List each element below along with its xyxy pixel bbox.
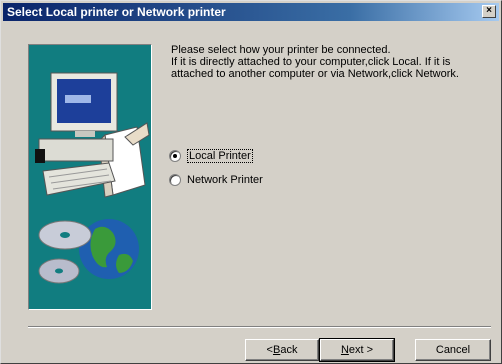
button-separator [28,326,491,328]
network-printer-option[interactable]: Network Printer [169,174,263,186]
network-printer-radio[interactable] [169,174,181,186]
computer-globe-icon [35,72,150,284]
back-button[interactable]: < Back [245,339,319,361]
instructions-line-2: If it is directly attached to your compu… [171,56,451,68]
back-label: ack [280,344,298,356]
instructions-line-3: attached to another computer or via Netw… [171,68,459,80]
title-bar[interactable]: Select Local printer or Network printer … [3,3,499,21]
close-button[interactable]: × [482,5,496,18]
dialog-window: Select Local printer or Network printer … [0,0,502,364]
next-label: ext > [348,344,374,356]
cancel-button[interactable]: Cancel [415,339,491,361]
instructions-text: Please select how your printer be connec… [171,44,471,80]
local-printer-label[interactable]: Local Printer [187,149,253,163]
network-printer-label[interactable]: Network Printer [187,174,263,186]
next-mnemonic: N [340,344,349,356]
radio-selected-dot [173,154,177,158]
next-button[interactable]: Next > [319,338,395,362]
local-printer-option[interactable]: Local Printer [169,149,253,163]
local-printer-radio[interactable] [169,150,181,162]
computer-illustration [28,44,152,310]
back-mnemonic: B [272,344,281,356]
instructions-line-1: Please select how your printer be connec… [171,44,391,56]
window-title: Select Local printer or Network printer [7,5,226,19]
